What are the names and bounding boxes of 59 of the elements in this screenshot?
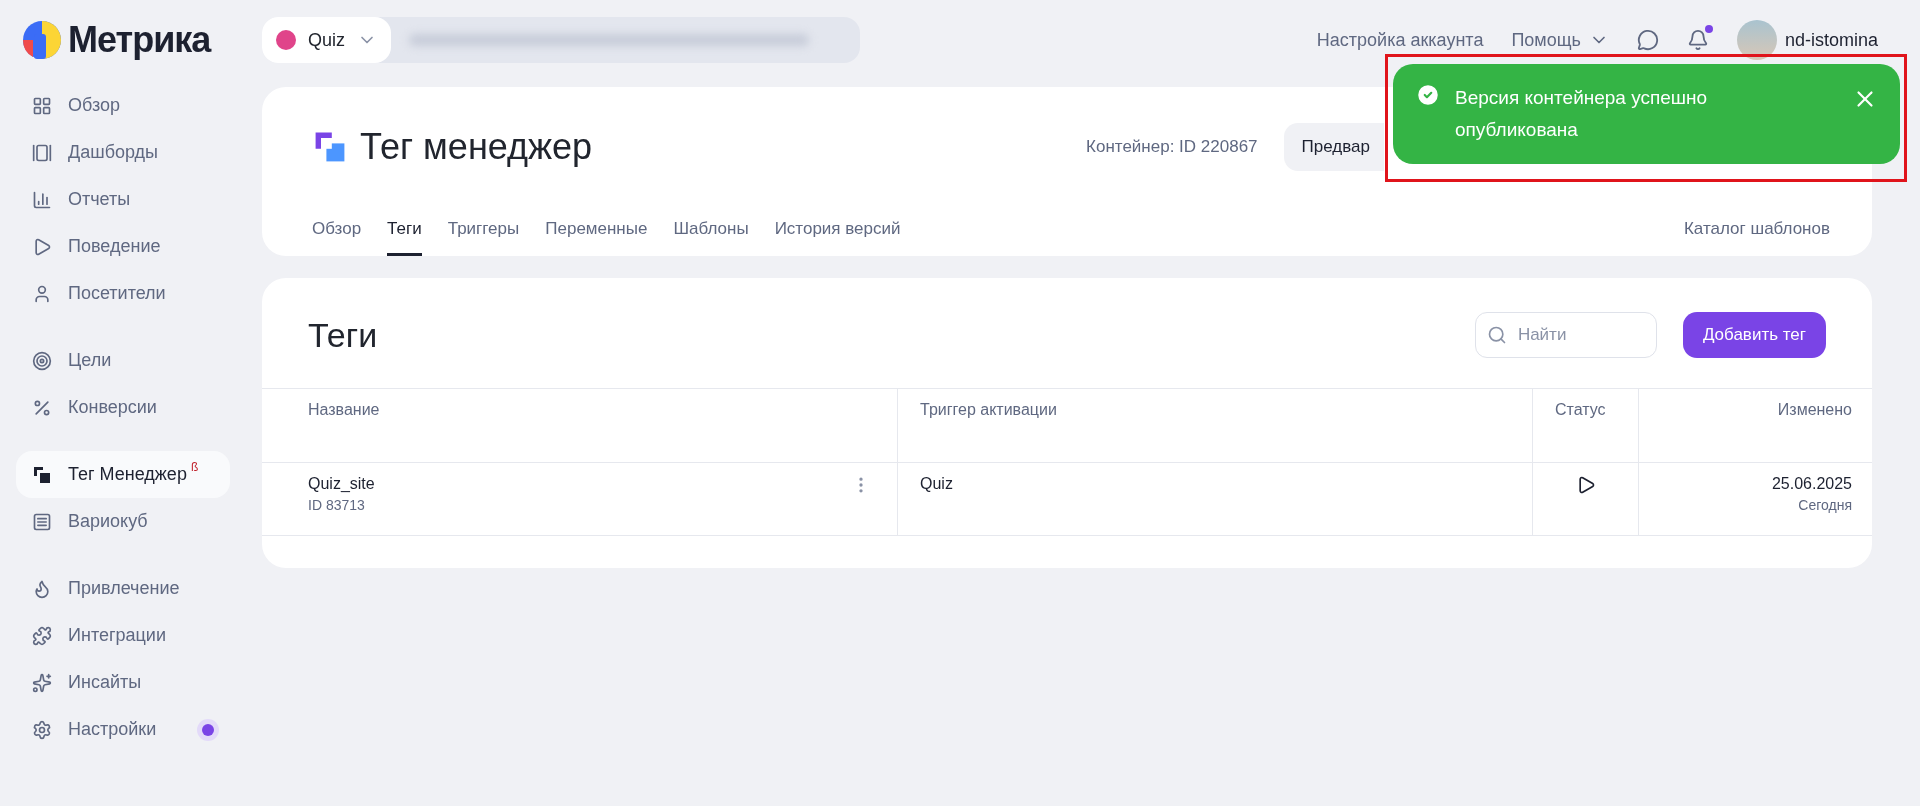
beta-label: ß bbox=[190, 460, 199, 474]
column-header: Изменено bbox=[1638, 388, 1872, 462]
grid-icon bbox=[32, 95, 52, 116]
tag-name[interactable]: Quiz_site bbox=[308, 475, 375, 493]
preview-button[interactable]: Предвар bbox=[1283, 123, 1384, 171]
chat-icon[interactable] bbox=[1636, 29, 1659, 51]
counter-selector[interactable]: Quiz bbox=[262, 17, 860, 63]
account-link[interactable]: Настройка аккаунта bbox=[1316, 29, 1484, 51]
modified-date: 25.06.2025 bbox=[1771, 475, 1852, 493]
bar-chart-icon bbox=[32, 189, 52, 210]
sidebar-item[interactable]: Цели bbox=[16, 337, 230, 384]
column-header: Статус bbox=[1532, 388, 1638, 462]
settings-icon bbox=[32, 719, 52, 740]
sidebar-item[interactable]: Настройки bbox=[16, 706, 230, 753]
counter-name: Quiz bbox=[308, 29, 345, 51]
user-icon bbox=[32, 283, 52, 304]
modified-relative: Сегодня bbox=[1798, 497, 1852, 513]
catalog-link[interactable]: Каталог шаблонов bbox=[1683, 219, 1830, 256]
tab[interactable]: Переменные bbox=[545, 219, 648, 256]
sidebar-item[interactable]: Интеграции bbox=[16, 612, 230, 659]
sidebar-item[interactable]: Посетители bbox=[16, 270, 230, 317]
sparkles-icon bbox=[32, 672, 52, 693]
section-title: Теги bbox=[308, 315, 378, 355]
check-icon bbox=[1415, 82, 1441, 108]
column-header: Название bbox=[262, 388, 897, 462]
list-icon bbox=[32, 511, 52, 532]
logo-text: Метрика bbox=[68, 19, 211, 61]
tab[interactable]: Теги bbox=[387, 219, 422, 256]
cards-icon bbox=[32, 142, 52, 163]
avatar bbox=[1736, 20, 1777, 60]
play-icon bbox=[32, 236, 52, 257]
help-menu[interactable]: Помощь bbox=[1511, 29, 1609, 51]
user-menu[interactable]: nd-istomina bbox=[1736, 20, 1878, 60]
sidebar-item[interactable]: Поведение bbox=[16, 223, 230, 270]
tab[interactable]: Шаблоны bbox=[673, 219, 749, 256]
puzzle-icon bbox=[32, 625, 52, 646]
sidebar-item[interactable]: Привлечение bbox=[16, 565, 230, 612]
sidebar-item[interactable]: Вариокуб bbox=[16, 498, 230, 545]
sidebar-item[interactable]: Отчеты bbox=[16, 176, 230, 223]
column-header: Триггер активации bbox=[897, 388, 1532, 462]
container-id: Контейнер: ID 220867 bbox=[1086, 137, 1258, 157]
page-title: Тег менеджер bbox=[360, 126, 593, 168]
sidebar-item[interactable]: Инсайты bbox=[16, 659, 230, 706]
toast-message: Версия контейнера успешно опубликована bbox=[1455, 86, 1709, 142]
tab[interactable]: История версий bbox=[774, 219, 901, 256]
flame-icon bbox=[32, 578, 52, 599]
sidebar-item[interactable]: Конверсии bbox=[16, 384, 230, 431]
tag-id: ID 83713 bbox=[308, 497, 365, 513]
metrika-logo-icon bbox=[22, 20, 62, 60]
sidebar-item[interactable]: Дашборды bbox=[16, 129, 230, 176]
trigger-name: Quiz bbox=[920, 475, 953, 493]
target-icon bbox=[32, 350, 52, 371]
sidebar-item[interactable]: Тег Менеджер $^{ß}$ bbox=[16, 451, 230, 498]
tab[interactable]: Обзор bbox=[312, 219, 362, 256]
squares-icon bbox=[32, 464, 52, 485]
add-tag-button[interactable]: Добавить тег bbox=[1682, 312, 1826, 358]
search-field[interactable]: Найти bbox=[1474, 312, 1657, 358]
tab[interactable]: Триггеры bbox=[447, 219, 520, 256]
sidebar-item[interactable]: Обзор bbox=[16, 82, 230, 129]
